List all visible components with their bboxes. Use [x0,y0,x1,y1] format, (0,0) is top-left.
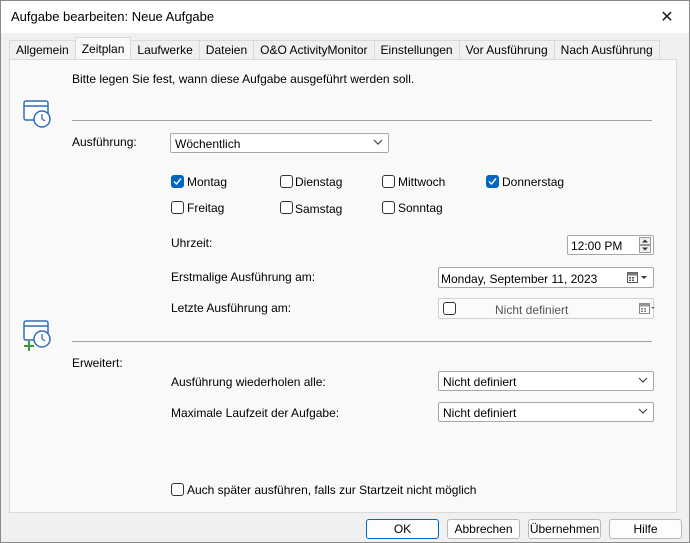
close-icon: ✕ [660,9,674,26]
execution-label: Ausführung: [72,135,137,149]
label-montag[interactable]: Montag [187,175,227,189]
execution-dropdown[interactable]: Wöchentlich [170,133,389,153]
repeat-dropdown[interactable]: Nicht definiert [438,371,654,391]
chevron-down-icon [373,139,383,145]
separator-top [72,120,652,121]
checkmark-icon [173,178,182,186]
checkbox-sonntag[interactable] [382,201,395,214]
tab-dateien[interactable]: Dateien [198,40,255,59]
checkbox-montag[interactable] [171,175,184,188]
chevron-down-icon [638,377,648,383]
label-freitag[interactable]: Freitag [187,201,224,215]
help-button[interactable]: Hilfe [609,519,682,539]
repeat-value: Nicht definiert [443,375,517,389]
time-label: Uhrzeit: [171,236,213,250]
dialog-window: Aufgabe bearbeiten: Neue Aufgabe ✕ Allge… [0,0,690,543]
ok-button[interactable]: OK [366,519,439,539]
checkmark-icon [488,178,497,186]
label-samstag[interactable]: Samstag [295,202,342,216]
tab-panel-zeitplan: Bitte legen Sie fest, wann diese Aufgabe… [9,59,677,513]
repeat-label: Ausführung wiederholen alle: [171,375,326,389]
tab-strip: Allgemein Zeitplan Laufwerke Dateien O&O… [9,37,660,60]
spinner-icon[interactable] [639,237,651,253]
apply-button[interactable]: Übernehmen [528,519,601,539]
checkbox-donnerstag[interactable] [486,175,499,188]
first-run-label: Erstmalige Ausführung am: [171,270,316,284]
time-value: 12:00 PM [571,239,623,253]
tab-vor-ausfuehrung[interactable]: Vor Ausführung [458,40,555,59]
label-run-later[interactable]: Auch später ausführen, falls zur Startze… [187,483,476,497]
first-run-value: Monday, September 11, 2023 [441,272,598,286]
label-donnerstag[interactable]: Donnerstag [502,175,564,189]
time-input[interactable]: 12:00 PM [567,235,654,255]
window-title: Aufgabe bearbeiten: Neue Aufgabe [11,9,215,24]
tab-allgemein[interactable]: Allgemein [9,40,76,59]
close-button[interactable]: ✕ [645,1,689,33]
first-run-date-picker[interactable]: Monday, September 11, 2023 [438,267,654,288]
checkbox-last-run[interactable] [443,302,456,315]
tab-laufwerke[interactable]: Laufwerke [130,40,200,59]
tab-activitymonitor[interactable]: O&O ActivityMonitor [253,40,375,59]
tab-zeitplan[interactable]: Zeitplan [74,37,132,59]
checkbox-samstag[interactable] [280,201,293,214]
label-mittwoch[interactable]: Mittwoch [398,175,445,189]
calendar-dropdown-icon[interactable] [627,272,649,284]
tab-nach-ausfuehrung[interactable]: Nach Ausführung [553,40,660,59]
checkbox-freitag[interactable] [171,201,184,214]
advanced-schedule-icon [23,320,51,351]
calendar-icon [639,303,655,314]
checkbox-dienstag[interactable] [280,175,293,188]
separator-advanced [72,341,652,342]
intro-text: Bitte legen Sie fest, wann diese Aufgabe… [72,72,415,86]
schedule-clock-icon [23,100,51,128]
cancel-button[interactable]: Abbrechen [447,519,520,539]
max-runtime-dropdown[interactable]: Nicht definiert [438,402,654,422]
checkbox-run-later[interactable] [171,483,184,496]
checkbox-mittwoch[interactable] [382,175,395,188]
last-run-date-picker[interactable]: Nicht definiert [438,298,655,319]
last-run-label: Letzte Ausführung am: [171,301,292,315]
advanced-label: Erweitert: [72,356,123,370]
last-run-value: Nicht definiert [495,303,569,317]
title-bar: Aufgabe bearbeiten: Neue Aufgabe ✕ [1,1,689,33]
max-runtime-label: Maximale Laufzeit der Aufgabe: [171,406,340,420]
chevron-down-icon [638,408,648,414]
execution-value: Wöchentlich [175,137,241,151]
label-sonntag[interactable]: Sonntag [398,201,443,215]
tab-einstellungen[interactable]: Einstellungen [373,40,460,59]
label-dienstag[interactable]: Dienstag [295,175,342,189]
max-runtime-value: Nicht definiert [443,406,517,420]
